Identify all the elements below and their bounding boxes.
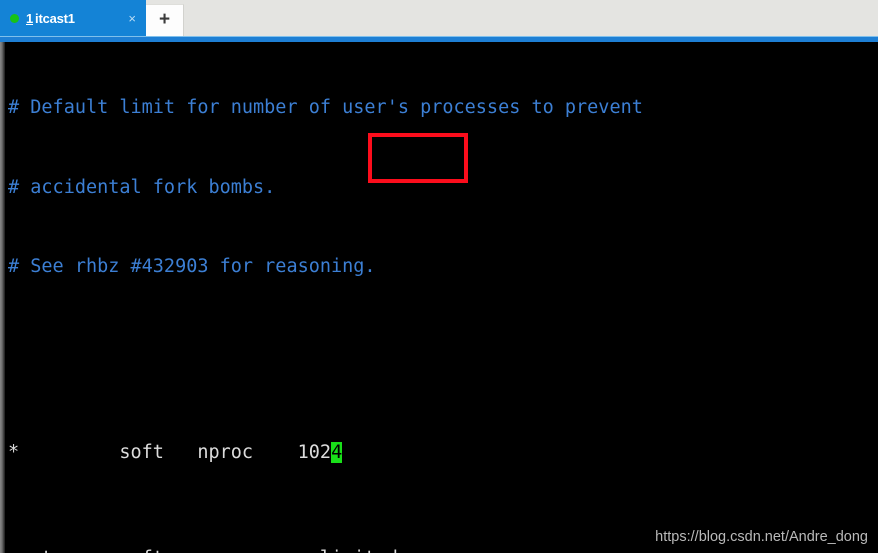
file-comment-line: # See rhbz #432903 for reasoning.: [8, 256, 376, 277]
file-comment-line: # Default limit for number of user's pro…: [8, 97, 643, 118]
tab-bar-empty-area: [184, 0, 878, 36]
config-type: soft: [119, 441, 164, 463]
config-domain: *: [8, 441, 20, 463]
config-item: nproc: [197, 441, 254, 463]
config-value: unlimited: [298, 548, 398, 553]
config-pad: [253, 548, 298, 553]
config-value: 102: [297, 441, 332, 463]
file-comment-line: # accidental fork bombs.: [8, 176, 276, 198]
new-tab-button[interactable]: +: [146, 4, 184, 36]
tab-number: 1: [26, 10, 34, 26]
tab-bar: 1 itcast1 × +: [0, 0, 878, 36]
terminal-pane[interactable]: # Default limit for number of user's pro…: [0, 42, 878, 553]
watermark-text: https://blog.csdn.net/Andre_dong: [655, 529, 868, 545]
terminal-left-edge: [0, 42, 5, 553]
text-cursor: 4: [331, 441, 343, 463]
close-icon[interactable]: ×: [124, 12, 140, 25]
config-pad: [164, 442, 197, 463]
config-pad: [253, 442, 298, 463]
plus-icon: +: [158, 9, 171, 30]
config-domain: root: [8, 548, 53, 553]
file-config-row: * soft nproc 1024: [8, 440, 878, 467]
config-pad: [19, 442, 119, 463]
config-item: nproc: [197, 548, 253, 553]
tab-title: itcast1: [35, 10, 75, 26]
file-config-row: root soft nproc unlimited: [8, 546, 878, 553]
file-blank-line: [8, 334, 878, 361]
config-pad: [164, 548, 197, 553]
tab-status-dot-icon: [10, 13, 19, 23]
config-type: soft: [119, 548, 164, 553]
tab-label: 1 itcast1: [26, 11, 124, 26]
tab-itcast1[interactable]: 1 itcast1 ×: [0, 0, 146, 36]
config-pad: [53, 548, 120, 553]
terminal-text-area: # Default limit for number of user's pro…: [8, 42, 878, 553]
